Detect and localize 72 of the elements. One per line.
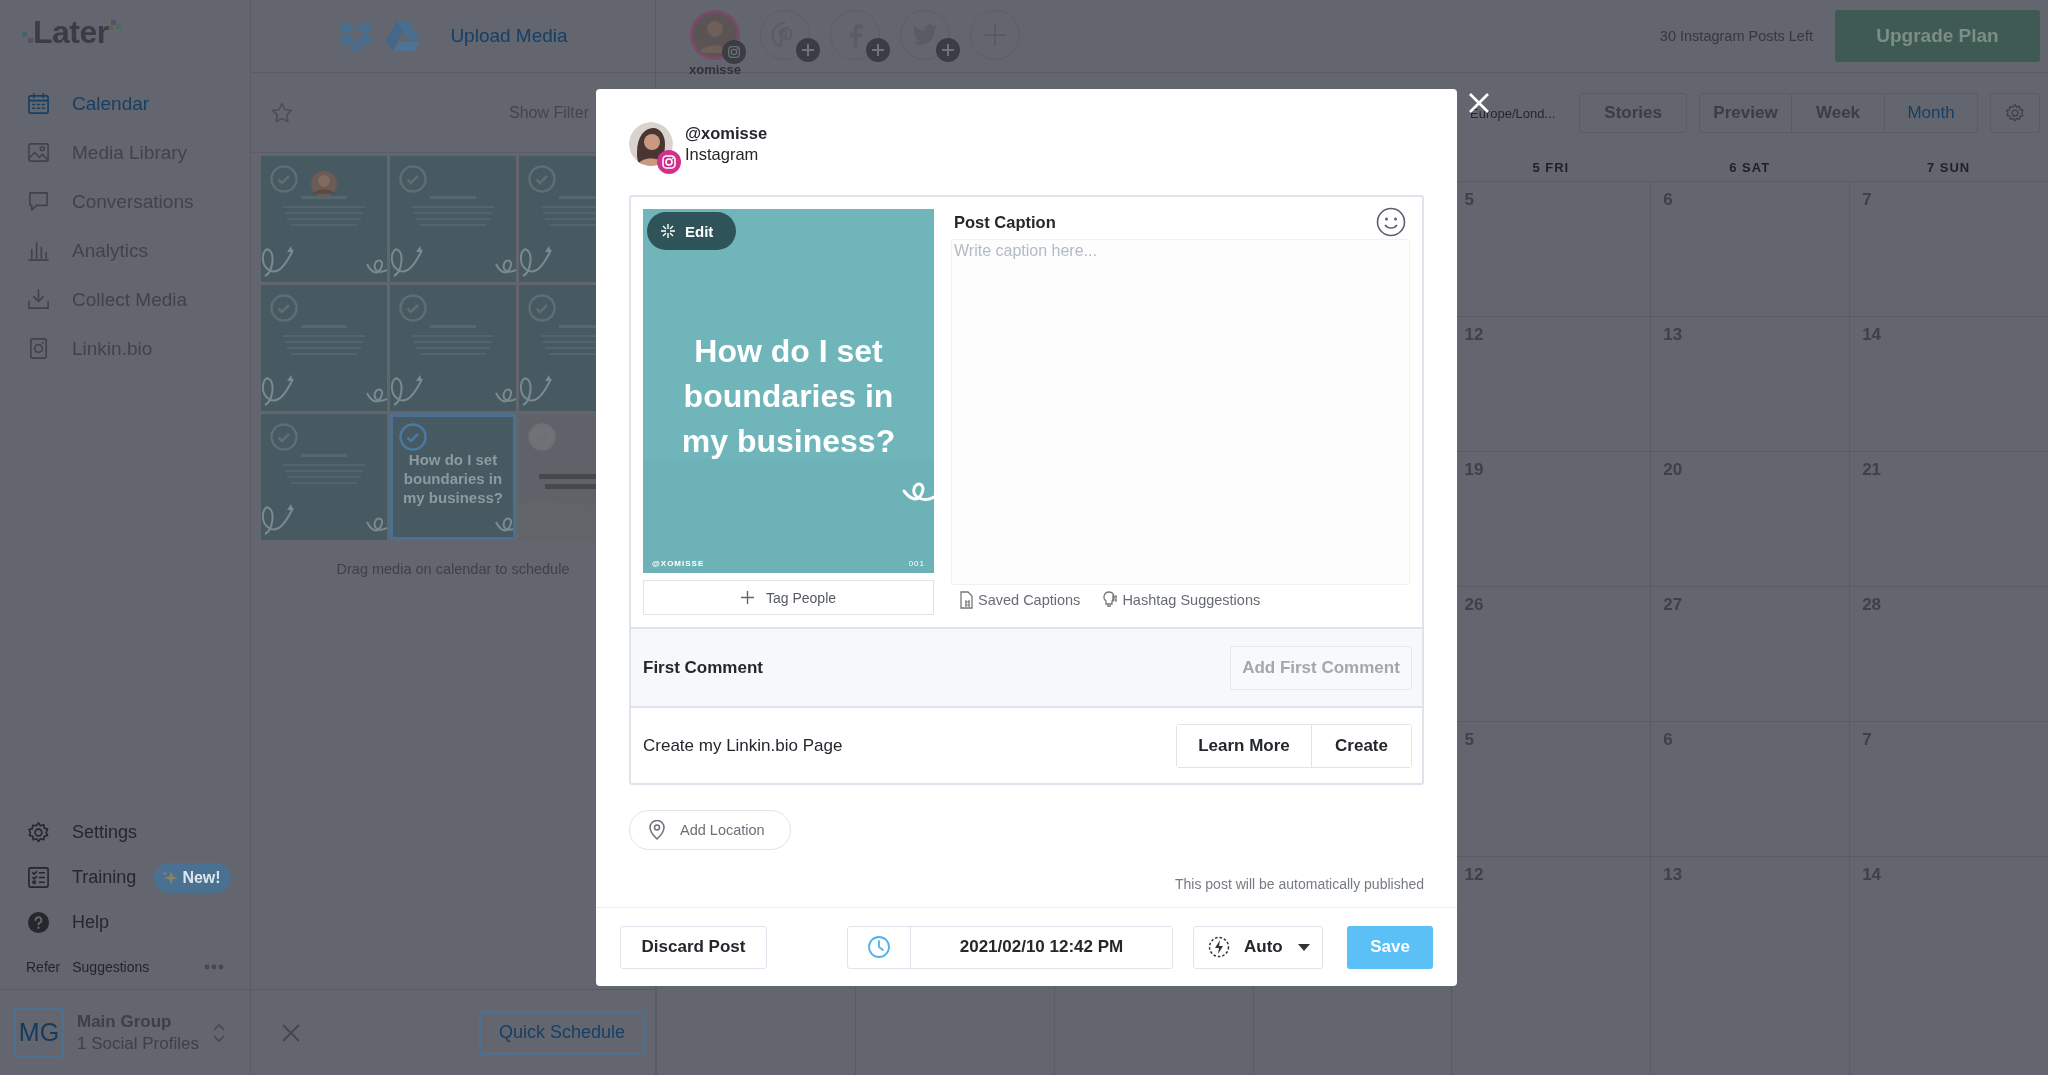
instagram-badge-icon — [722, 40, 746, 64]
phone-camera-icon — [27, 337, 50, 360]
timezone-label: Europe/Lond... — [1470, 105, 1556, 121]
image-number: 001 — [908, 559, 925, 568]
bar-chart-icon — [27, 239, 50, 262]
nav-item[interactable]: Training New! — [0, 855, 250, 900]
checkmark-icon[interactable] — [399, 423, 427, 451]
day-header: 5 FRI — [1531, 159, 1571, 175]
publish-note: This post will be automatically published — [1174, 876, 1424, 892]
calendar-icon — [27, 92, 50, 115]
account-network: Instagram — [685, 144, 760, 165]
help-icon — [27, 911, 50, 934]
more-icon[interactable] — [204, 964, 224, 970]
auto-publish-icon — [1208, 936, 1230, 958]
edit-button[interactable]: Edit — [647, 212, 736, 250]
date-time-picker[interactable]: 2021/02/10 12:42 PM — [847, 925, 1173, 969]
linkinbio-label: Create my Linkin.bio Page — [643, 735, 843, 756]
tag-people-button[interactable]: Tag People — [643, 580, 934, 615]
instagram-badge-icon — [657, 150, 681, 174]
star-icon[interactable] — [271, 101, 293, 124]
chat-icon — [27, 190, 50, 213]
image-watermark: @XOMISSE — [652, 559, 705, 568]
drive-icon[interactable] — [386, 21, 421, 51]
footer-link[interactable]: Refer — [26, 959, 61, 975]
add-first-comment-button[interactable]: Add First Comment — [1230, 645, 1412, 690]
publish-mode-dropdown[interactable]: Auto — [1193, 925, 1323, 969]
caption-tool-link[interactable]: Saved Captions — [958, 591, 1081, 609]
thumbnail-title: How do I set boundaries in my business? — [401, 450, 504, 507]
checklist-icon — [27, 866, 50, 889]
bulb-hashtag-icon — [1102, 591, 1119, 609]
download-tray-icon — [27, 288, 50, 311]
caption-field[interactable]: Write caption here... — [951, 239, 1410, 585]
discard-post-button[interactable]: Discard Post — [620, 925, 767, 969]
caret-icon — [1298, 943, 1310, 951]
settings-icon — [2005, 103, 2025, 123]
day-header: 7 SUN — [1925, 159, 1972, 175]
clock-icon — [867, 935, 891, 959]
plus-icon — [740, 591, 754, 604]
nav-item[interactable]: Calendar — [0, 79, 250, 128]
group-avatar: MG — [14, 1007, 64, 1058]
upgrade-plan-button[interactable]: Upgrade Plan — [1835, 10, 2040, 62]
plus-badge-icon — [866, 38, 890, 62]
upload-media-link[interactable]: Upload Media — [450, 25, 568, 47]
linkinbio-button[interactable]: Create — [1311, 724, 1411, 767]
add-location-button[interactable]: Add Location — [629, 810, 791, 850]
dropbox-icon[interactable] — [338, 20, 375, 52]
new-badge: New! — [154, 862, 231, 893]
settings-icon — [27, 821, 50, 844]
caption-tool-link[interactable]: Hashtag Suggestions — [1102, 591, 1261, 609]
up-down-chevron-icon[interactable] — [212, 1021, 226, 1044]
view-tab[interactable]: Month — [1885, 93, 1978, 133]
sparkle-icon — [162, 869, 179, 886]
quick-schedule-button[interactable]: Quick Schedule — [479, 1010, 645, 1055]
account-handle: @xomisse — [685, 123, 768, 144]
caption-label: Post Caption — [954, 213, 1056, 232]
settings-button[interactable] — [1990, 93, 2040, 133]
save-button[interactable]: Save — [1347, 925, 1433, 969]
day-header: 6 SAT — [1728, 159, 1772, 175]
saved-captions-icon — [958, 591, 974, 609]
image-icon — [27, 141, 50, 164]
nav-item[interactable]: Help — [0, 900, 250, 945]
first-comment-label: First Comment — [643, 657, 763, 678]
plus-badge-icon — [936, 38, 960, 62]
location-pin-icon — [648, 820, 666, 840]
sparkle-wand-icon — [661, 224, 675, 238]
nav-item[interactable]: Settings — [0, 810, 250, 855]
plus-badge-icon — [796, 38, 820, 62]
emoji-icon[interactable] — [1376, 207, 1406, 237]
image-headline: How do I set boundaries in my business? — [680, 332, 897, 461]
person-silhouette-icon — [629, 122, 673, 166]
logo-pixels-icon — [108, 20, 121, 30]
footer-link[interactable]: Suggestions — [72, 959, 150, 975]
